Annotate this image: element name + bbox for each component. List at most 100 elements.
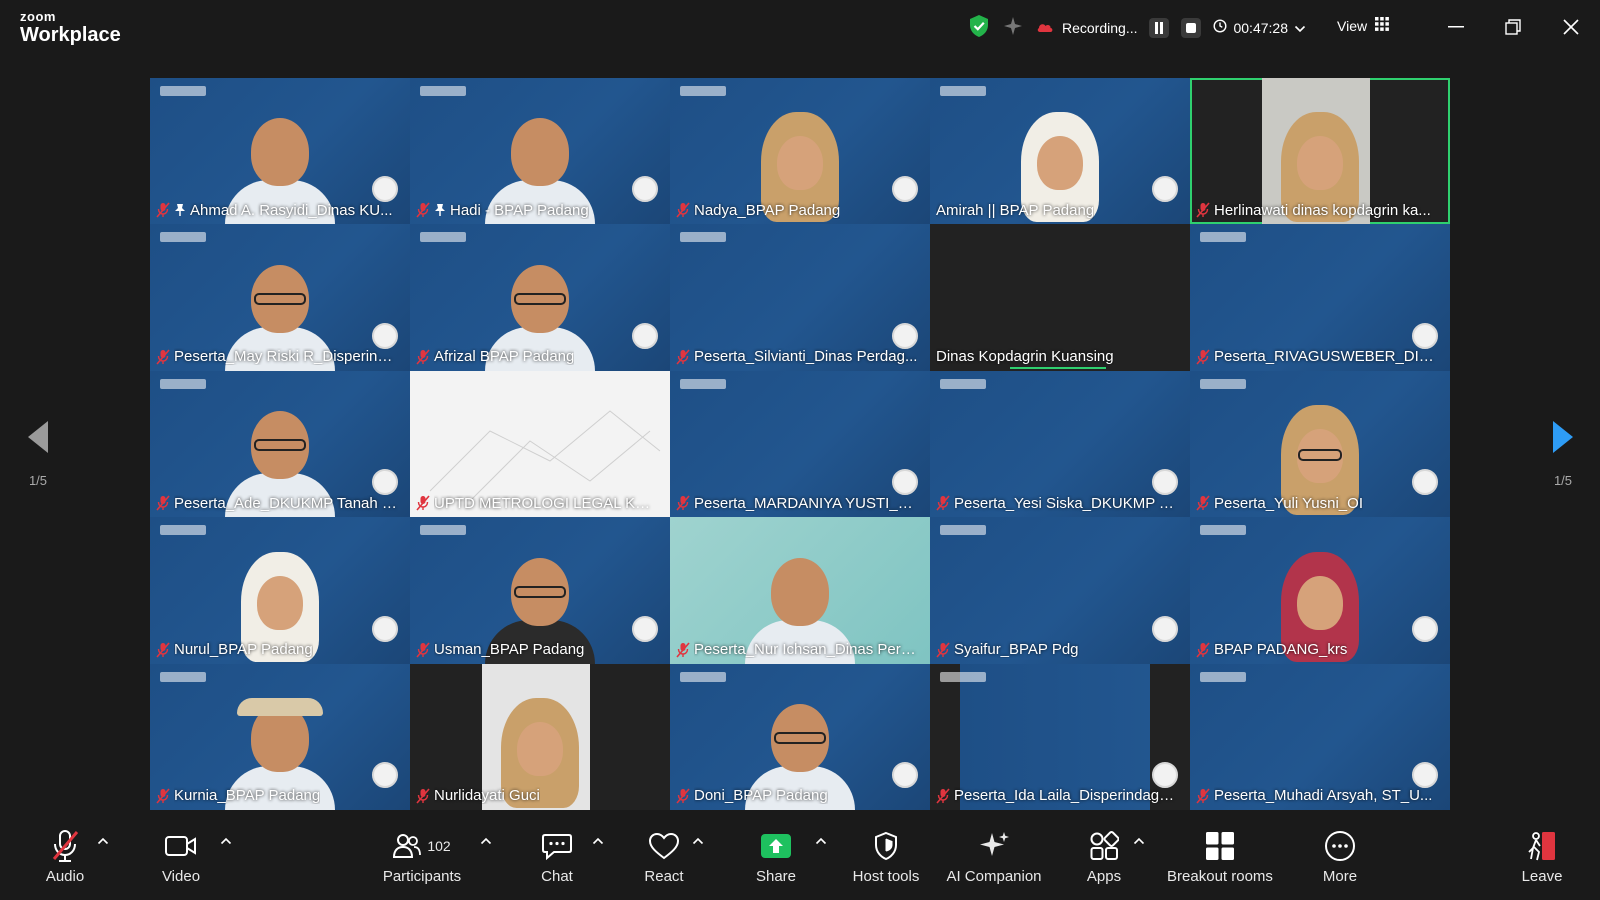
chat-button[interactable]: Chat [532,818,582,900]
participant-tile[interactable]: Peserta_Yesi Siska_DKUKMP Ta... [930,370,1190,518]
mic-muted-icon [1196,349,1210,365]
participant-name: Usman_BPAP Padang [434,641,585,659]
ministry-logo [420,525,466,536]
participant-name-bar: Nurlidayati Guci [410,782,670,810]
participant-tile[interactable]: Peserta_Ade_DKUKMP Tanah D... [150,370,410,518]
participant-tile[interactable]: Ahmad A. Rasyidi_Dinas KU... [150,78,410,225]
ministry-logo [1200,232,1246,243]
participant-tile[interactable]: Nurlidayati Guci [410,663,670,810]
pause-recording-button[interactable] [1149,17,1170,38]
participant-tile[interactable]: Nurul_BPAP Padang [150,517,410,664]
participant-name: Peserta_RIVAGUSWEBER_DISPE... [1214,348,1438,366]
share-options-caret-icon[interactable] [815,832,829,846]
participant-name-bar: Peserta_Silvianti_Dinas Perdag... [670,343,930,371]
participant-tile[interactable]: Peserta_Silvianti_Dinas Perdag... [670,224,930,371]
participants-icon [393,834,422,858]
host-tools-button[interactable]: Host tools [848,818,924,900]
ministry-logo [1200,525,1246,536]
recording-indicator[interactable]: Recording... [1036,20,1137,36]
mic-muted-icon [416,349,430,365]
ai-sparkle-icon[interactable] [1002,15,1024,40]
participant-name-bar: Peserta_Nur Ichsan_Dinas Perd... [670,636,930,664]
mic-muted-icon [156,642,170,658]
more-button[interactable]: More [1314,818,1366,900]
participant-tile[interactable]: Syaifur_BPAP Pdg [930,517,1190,664]
close-window-button[interactable] [1558,14,1584,40]
participant-tile[interactable]: Herlinawati dinas kopdagrin ka... [1190,78,1450,225]
minimize-button[interactable] [1443,14,1469,40]
pin-icon [175,204,185,217]
page-indicator-right: 1/5 [1553,473,1573,488]
glasses-shape [1298,449,1342,462]
encryption-shield-icon[interactable] [968,14,990,41]
share-button[interactable]: Share [752,818,800,900]
participant-tile[interactable]: Amirah || BPAP Padang [930,78,1190,225]
next-page-control[interactable]: 1/5 [1543,420,1583,488]
view-button[interactable]: View [1337,17,1389,34]
react-options-caret-icon[interactable] [692,832,706,846]
video-options-caret-icon[interactable] [220,832,234,846]
participant-name: Peserta_Yuli Yusni_OI [1214,494,1363,512]
participant-tile[interactable]: Nadya_BPAP Padang [670,78,930,225]
participant-name: Peserta_Yesi Siska_DKUKMP Ta... [954,494,1178,512]
previous-page-control[interactable]: 1/5 [18,420,58,488]
ai-companion-button[interactable]: AI Companion [944,818,1044,900]
audio-button[interactable]: Audio [36,818,94,900]
apps-button[interactable]: Apps [1080,818,1128,900]
participant-name-bar: Peserta_MARDANIYA YUSTI_DI... [670,489,930,517]
mic-muted-icon [1196,202,1210,218]
participant-name-bar: Afrizal BPAP Padang [410,343,670,371]
chat-options-caret-icon[interactable] [592,832,606,846]
participant-tile[interactable]: Peserta_Yuli Yusni_OI [1190,370,1450,518]
video-button[interactable]: Video [152,818,210,900]
participants-button[interactable]: 102 Participants [376,818,468,900]
speaking-indicator [1010,366,1106,369]
grid-view-icon [1375,17,1389,34]
video-label: Video [161,868,201,885]
ministry-logo [680,671,726,682]
apps-options-caret-icon[interactable] [1133,832,1147,846]
leave-button[interactable]: Leave [1518,818,1566,900]
audio-options-caret-icon[interactable] [97,832,111,846]
mic-muted-icon [416,495,430,511]
participant-tile[interactable]: Peserta_Muhadi Arsyah, ST_U... [1190,663,1450,810]
participant-name: Syaifur_BPAP Pdg [954,641,1079,659]
participant-tile[interactable]: BPAP PADANG_krs [1190,517,1450,664]
heart-icon [648,826,680,866]
mic-muted-icon [156,495,170,511]
restore-button[interactable] [1500,14,1526,40]
previous-page-arrow-icon[interactable] [18,420,58,457]
participant-tile[interactable]: Peserta_Ida Laila_Disperindagk... [930,663,1190,810]
share-screen-icon [760,826,792,866]
chevron-down-icon [1294,20,1306,36]
next-page-arrow-icon[interactable] [1543,420,1583,457]
meeting-toolbar: Audio Video 102 Participants Chat React … [0,818,1600,900]
participant-tile[interactable]: Doni_BPAP Padang [670,663,930,810]
participant-name: Doni_BPAP Padang [694,787,828,805]
host-tools-shield-icon [873,826,899,866]
participant-tile[interactable]: Peserta_MARDANIYA YUSTI_DI... [670,370,930,518]
participant-tile[interactable]: Hadi - BPAP Padang [410,78,670,225]
meeting-timer[interactable]: 00:47:28 [1213,19,1306,36]
participant-name: Peserta_Muhadi Arsyah, ST_U... [1214,787,1433,805]
participant-name: Kurnia_BPAP Padang [174,787,321,805]
participant-name-bar: Peserta_Yesi Siska_DKUKMP Ta... [930,489,1190,517]
participant-name-bar: Amirah || BPAP Padang [930,196,1190,224]
participant-name-bar: Syaifur_BPAP Pdg [930,636,1190,664]
react-button[interactable]: React [638,818,690,900]
ministry-logo [160,525,206,536]
participant-tile[interactable]: Usman_BPAP Padang [410,517,670,664]
ai-companion-label: AI Companion [946,868,1042,885]
participant-tile[interactable]: UPTD METROLOGI LEGAL KOTA... [410,370,670,518]
stop-recording-button[interactable] [1181,17,1202,38]
ministry-logo [160,378,206,389]
participant-tile[interactable]: Afrizal BPAP Padang [410,224,670,371]
breakout-rooms-button[interactable]: Breakout rooms [1160,818,1280,900]
participant-tile[interactable]: Kurnia_BPAP Padang [150,663,410,810]
participant-tile[interactable]: Dinas Kopdagrin Kuansing [930,224,1190,371]
face-shape [1297,136,1343,191]
participant-tile[interactable]: Peserta_Nur Ichsan_Dinas Perd... [670,517,930,664]
participants-options-caret-icon[interactable] [480,832,494,846]
participant-tile[interactable]: Peserta_May Riski R_Disperinda... [150,224,410,371]
participant-tile[interactable]: Peserta_RIVAGUSWEBER_DISPE... [1190,224,1450,371]
